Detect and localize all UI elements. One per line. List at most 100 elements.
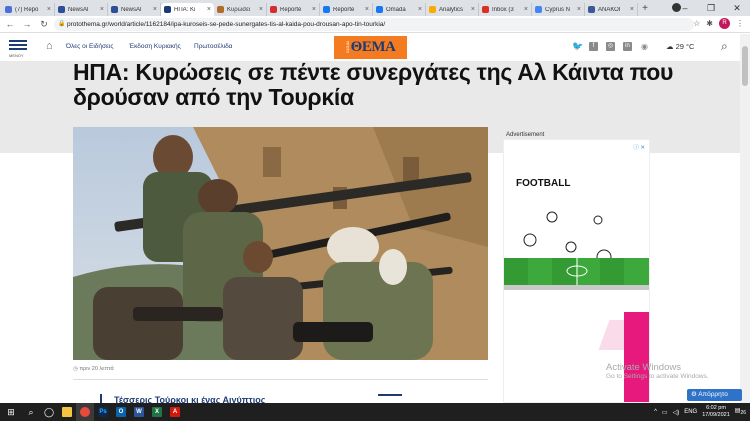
- hamburger-menu-icon[interactable]: [9, 40, 27, 52]
- photoshop-icon[interactable]: Ps: [94, 403, 112, 421]
- article-timestamp: ◷ πριν 20 λεπτά: [73, 366, 114, 372]
- tab-favicon-icon: [535, 6, 542, 13]
- tab-close-icon[interactable]: ×: [47, 6, 51, 13]
- article-photo: [73, 127, 488, 360]
- tab-close-icon[interactable]: ×: [100, 6, 104, 13]
- new-tab-button[interactable]: +: [638, 3, 652, 16]
- tab-label: ΗΠΑ: Κι: [174, 6, 196, 13]
- browser-tab[interactable]: NewsAl ×: [108, 3, 161, 16]
- tab-label: Reporte: [280, 6, 302, 13]
- linkedin-icon[interactable]: in: [623, 42, 632, 51]
- page-scrollbar[interactable]: [740, 34, 750, 403]
- tab-label: Inbox (3: [492, 6, 514, 13]
- temperature: 29 °C: [675, 42, 695, 51]
- tab-close-icon[interactable]: ×: [153, 6, 157, 13]
- site-header: ΜΕΝΟΥ ⌂ Όλες οι Ειδήσεις Έκδοση Κυριακής…: [0, 34, 740, 61]
- tab-close-icon[interactable]: ×: [312, 6, 316, 13]
- task-view-icon[interactable]: ◯: [40, 403, 58, 421]
- nav-sunday-edition[interactable]: Έκδοση Κυριακής: [129, 43, 181, 50]
- menu-label: ΜΕΝΟΥ: [9, 53, 24, 58]
- nav-front-pages[interactable]: Πρωτοσέλιδα: [194, 43, 232, 50]
- browser-tab[interactable]: Analytics ×: [426, 3, 479, 16]
- section-tab-indicator: [378, 394, 402, 396]
- tab-favicon-icon: [217, 6, 224, 13]
- tab-favicon-icon: [482, 6, 489, 13]
- browser-tab[interactable]: Reporte ×: [267, 3, 320, 16]
- outlook-icon[interactable]: O: [112, 403, 130, 421]
- browser-tab[interactable]: ΑΝΑΚΟΙ ×: [585, 3, 638, 16]
- tab-close-icon[interactable]: ×: [524, 6, 528, 13]
- tab-label: Omada: [386, 6, 406, 13]
- browser-tab-strip: (7) Repo × NewsAl × NewsAl × ΗΠΑ: Κι × Κυρώσει × R…: [0, 0, 750, 16]
- nav-all-news[interactable]: Όλες οι Ειδήσεις: [66, 43, 113, 50]
- search-icon[interactable]: ⌕: [22, 403, 40, 421]
- browser-menu-icon[interactable]: ⋮: [736, 19, 744, 28]
- profile-avatar[interactable]: R: [719, 18, 730, 29]
- minimize-button[interactable]: –: [672, 0, 698, 16]
- window-controls: – ❐ ✕: [672, 0, 750, 16]
- maximize-button[interactable]: ❐: [698, 0, 724, 16]
- star-icon[interactable]: ☆: [693, 19, 700, 28]
- tab-label: ΑΝΑΚΟΙ: [598, 6, 621, 13]
- tab-favicon-icon: [164, 6, 171, 13]
- language-indicator[interactable]: ENG: [684, 409, 697, 415]
- tab-close-icon[interactable]: ×: [577, 6, 581, 13]
- home-icon[interactable]: ⌂: [46, 40, 53, 52]
- browser-toolbar: ← → ↻ 🔒 protothema.gr/world/article/1162…: [0, 16, 750, 33]
- tab-favicon-icon: [111, 6, 118, 13]
- forward-icon[interactable]: →: [20, 19, 34, 29]
- browser-tab[interactable]: Inbox (3 ×: [479, 3, 532, 16]
- tab-close-icon[interactable]: ×: [207, 6, 211, 13]
- gear-icon: ⚙: [691, 391, 697, 398]
- tab-label: NewsAl: [68, 6, 89, 13]
- close-window-button[interactable]: ✕: [724, 0, 750, 16]
- network-icon[interactable]: ▭: [662, 409, 668, 416]
- instagram-icon[interactable]: ◎: [606, 42, 615, 51]
- browser-tab[interactable]: ΗΠΑ: Κι ×: [161, 3, 214, 16]
- facebook-icon[interactable]: f: [589, 42, 598, 51]
- privacy-button[interactable]: ⚙ Απόρρητο: [687, 389, 742, 401]
- tab-favicon-icon: [376, 6, 383, 13]
- lock-icon: 🔒: [58, 21, 66, 27]
- divider: [73, 379, 488, 380]
- chrome-icon[interactable]: [76, 403, 94, 421]
- activate-windows-watermark: Activate Windows Go to Settings to activ…: [606, 362, 709, 380]
- rss-icon[interactable]: ◉: [640, 42, 649, 51]
- browser-tab[interactable]: Omada ×: [373, 3, 426, 16]
- search-icon[interactable]: ⌕: [721, 39, 728, 54]
- twitter-icon[interactable]: 🐦: [572, 42, 583, 51]
- ad-close-icon[interactable]: ⓘ ✕: [633, 143, 645, 151]
- reload-icon[interactable]: ↻: [37, 19, 51, 30]
- site-logo[interactable]: ΠΡΩΤΟ ΘΕΜΑ: [334, 36, 407, 59]
- address-bar[interactable]: 🔒 protothema.gr/world/article/1162184/ip…: [54, 18, 694, 31]
- tab-close-icon[interactable]: ×: [259, 6, 263, 13]
- back-icon[interactable]: ←: [3, 19, 17, 29]
- windows-taskbar: ⊞ ⌕ ◯ Ps O W X A ^ ▭ ◁) ENG 6:02 pm 17/0…: [0, 403, 750, 421]
- cloud-icon: ☁: [666, 42, 674, 51]
- acrobat-icon[interactable]: A: [166, 403, 184, 421]
- windows-start-icon[interactable]: ⊞: [0, 403, 22, 421]
- tab-label: Analytics: [439, 6, 464, 13]
- tab-favicon-icon: [588, 6, 595, 13]
- tab-close-icon[interactable]: ×: [471, 6, 475, 13]
- tray-chevron-icon[interactable]: ^: [654, 409, 657, 415]
- tab-close-icon[interactable]: ×: [630, 6, 634, 13]
- browser-tab[interactable]: Cyprus N ×: [532, 3, 585, 16]
- scrollbar-thumb[interactable]: [742, 46, 748, 86]
- browser-tab[interactable]: Reporte ×: [320, 3, 373, 16]
- notifications-icon[interactable]: ▤26: [735, 407, 746, 416]
- file-explorer-icon[interactable]: [58, 403, 76, 421]
- ad-pink-block: [624, 312, 649, 402]
- system-clock[interactable]: 6:02 pm 17/09/2021: [702, 405, 730, 419]
- excel-icon[interactable]: X: [148, 403, 166, 421]
- tab-close-icon[interactable]: ×: [365, 6, 369, 13]
- browser-tab[interactable]: NewsAl ×: [55, 3, 108, 16]
- weather-widget[interactable]: ☁ 29 °C: [666, 42, 694, 51]
- extensions-icon[interactable]: ✱: [706, 19, 713, 28]
- browser-tab[interactable]: Κυρώσει ×: [214, 3, 267, 16]
- tab-close-icon[interactable]: ×: [418, 6, 422, 13]
- volume-icon[interactable]: ◁): [673, 409, 680, 416]
- article-photo-graphic: [73, 127, 488, 360]
- word-icon[interactable]: W: [130, 403, 148, 421]
- browser-tab[interactable]: (7) Repo ×: [2, 3, 55, 16]
